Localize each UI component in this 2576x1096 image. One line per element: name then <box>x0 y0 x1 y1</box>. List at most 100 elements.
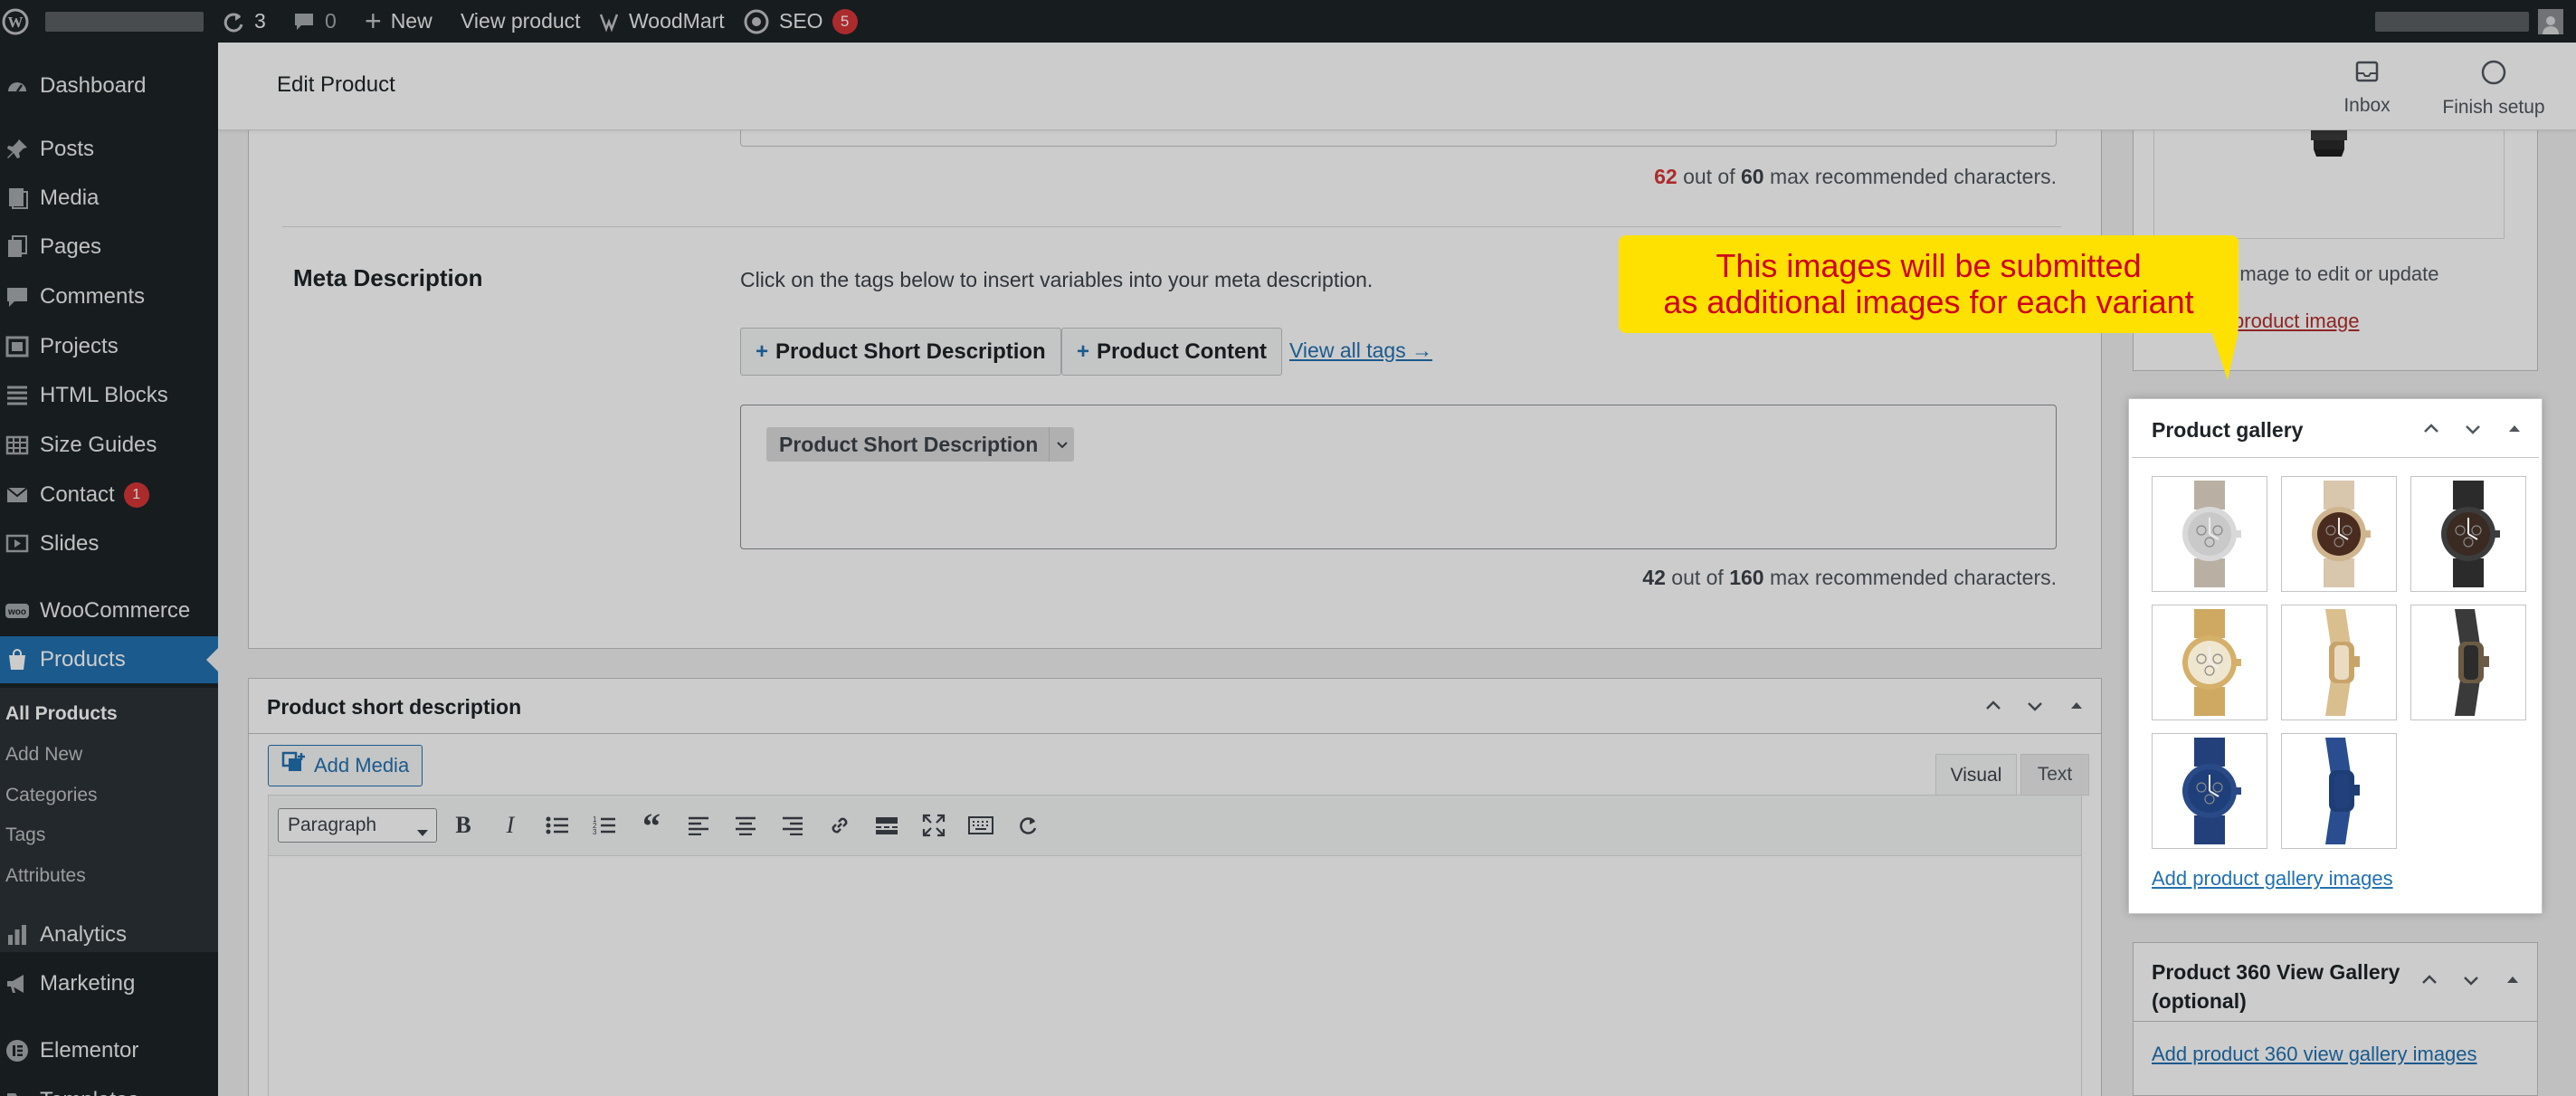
sidebar-item-posts[interactable]: Posts <box>0 126 218 173</box>
meta-variable-tag[interactable]: Product Short Description <box>766 427 1075 462</box>
align-center-icon[interactable] <box>730 810 761 841</box>
bullet-list-icon[interactable] <box>542 810 573 841</box>
plus-icon: + <box>365 5 382 37</box>
finish-setup-button[interactable]: Finish setup <box>2430 59 2557 119</box>
sidebar-item-woocommerce[interactable]: woo WooCommerce <box>0 587 218 634</box>
site-name[interactable] <box>45 0 204 43</box>
collapse-triangle-icon[interactable] <box>2501 968 2524 996</box>
submenu-attributes[interactable]: Attributes <box>5 865 86 887</box>
chevron-down-icon[interactable] <box>2023 694 2047 722</box>
seo-link[interactable]: SEO 5 <box>743 0 858 43</box>
gallery-thumbnail[interactable] <box>2410 605 2526 720</box>
chevron-up-icon[interactable] <box>2419 417 2443 445</box>
chevron-down-icon[interactable] <box>1049 427 1074 462</box>
new-content-link[interactable]: + New <box>365 0 433 43</box>
sidebar-item-contact[interactable]: Contact 1 <box>0 472 218 519</box>
gallery-thumbnail[interactable] <box>2410 476 2526 592</box>
numbered-list-icon[interactable]: 123 <box>589 810 620 841</box>
add-360-gallery-images-link[interactable]: Add product 360 view gallery images <box>2152 1043 2477 1066</box>
sidebar-item-html-blocks[interactable]: HTML Blocks <box>0 372 218 419</box>
chevron-up-icon[interactable] <box>1982 694 2005 722</box>
gallery-thumbnail[interactable] <box>2152 733 2267 849</box>
callout-line-2: as additional images for each variant <box>1663 283 2194 320</box>
sidebar-item-templates[interactable]: Templates <box>0 1077 218 1096</box>
bold-icon[interactable]: B <box>448 810 479 841</box>
comments-count: 0 <box>325 9 337 33</box>
bag-icon <box>2 644 33 675</box>
gallery-thumbnail[interactable] <box>2281 476 2397 592</box>
add-gallery-images-link[interactable]: Add product gallery images <box>2152 867 2393 891</box>
metabox-controls <box>2419 417 2526 445</box>
avatar <box>2538 8 2563 34</box>
watch-image <box>2441 481 2500 587</box>
gallery-thumbnail[interactable] <box>2281 733 2397 849</box>
chevron-down-icon[interactable] <box>2459 968 2483 996</box>
align-right-icon[interactable] <box>777 810 808 841</box>
gallery-thumbnail[interactable] <box>2152 476 2267 592</box>
metabox-header: Product gallery <box>2132 402 2539 458</box>
inbox-icon <box>2354 59 2380 90</box>
updates-count: 3 <box>254 9 266 33</box>
sidebar-item-analytics[interactable]: Analytics <box>0 911 218 958</box>
sidebar-item-products[interactable]: Products <box>0 636 218 683</box>
comments-link[interactable]: 0 <box>292 0 337 43</box>
tag-product-content[interactable]: + Product Content <box>1061 328 1282 376</box>
collapse-triangle-icon[interactable] <box>2065 694 2088 722</box>
watch-image <box>2325 609 2360 716</box>
sidebar-item-projects[interactable]: Projects <box>0 323 218 370</box>
watch-image <box>2312 481 2371 587</box>
sidebar-item-slides[interactable]: Slides <box>0 520 218 567</box>
table-icon <box>2 430 33 461</box>
italic-icon[interactable]: I <box>495 810 526 841</box>
sidebar-item-elementor[interactable]: Elementor <box>0 1027 218 1074</box>
fullscreen-icon[interactable] <box>918 810 949 841</box>
editor-content-area[interactable] <box>268 856 2082 1096</box>
toolbar-buttons: B I 123 “ <box>448 805 1043 846</box>
submenu-add-new[interactable]: Add New <box>5 744 82 766</box>
sidebar-item-comments[interactable]: Comments <box>0 273 218 320</box>
submenu-categories[interactable]: Categories <box>5 785 98 806</box>
metabox-title: Product gallery <box>2152 418 2304 442</box>
wordpress-logo-icon[interactable]: W <box>2 0 29 43</box>
submenu-all-products[interactable]: All Products <box>5 703 118 725</box>
view-all-tags-link[interactable]: View all tags → <box>1289 338 1432 363</box>
tag-product-short-description[interactable]: + Product Short Description <box>740 328 1061 376</box>
gallery-thumbnail[interactable] <box>2152 605 2267 720</box>
gallery-thumbnail[interactable] <box>2281 605 2397 720</box>
my-account[interactable] <box>2375 0 2563 43</box>
align-left-icon[interactable] <box>683 810 714 841</box>
sidebar-item-pages[interactable]: Pages <box>0 224 218 271</box>
view-product-link[interactable]: View product <box>461 0 581 43</box>
link-icon[interactable] <box>824 810 855 841</box>
watch-image <box>2182 738 2241 844</box>
woodmart-link[interactable]: WoodMart <box>598 0 725 43</box>
pin-icon <box>2 134 33 165</box>
contact-count-badge: 1 <box>123 482 149 508</box>
chevron-up-icon[interactable] <box>2418 968 2441 996</box>
dashboard-icon <box>2 71 33 101</box>
submenu-tags[interactable]: Tags <box>5 824 45 846</box>
mail-icon <box>2 480 33 510</box>
keyboard-icon[interactable] <box>965 810 996 841</box>
add-media-icon <box>281 751 307 780</box>
grid-icon <box>2 380 33 411</box>
refresh-icon[interactable] <box>1012 810 1043 841</box>
chevron-down-icon[interactable] <box>2461 417 2485 445</box>
sidebar-item-marketing[interactable]: Marketing <box>0 960 218 1007</box>
format-select[interactable]: Paragraph <box>278 808 437 843</box>
woo-icon: woo <box>2 596 33 626</box>
inbox-button[interactable]: Inbox <box>2308 59 2426 117</box>
sidebar-item-media[interactable]: Media <box>0 175 218 222</box>
divider <box>282 226 2061 227</box>
updates-link[interactable]: 3 <box>222 0 266 43</box>
sidebar-item-size-guides[interactable]: Size Guides <box>0 422 218 469</box>
add-media-button[interactable]: Add Media <box>268 745 423 786</box>
blockquote-icon[interactable]: “ <box>636 805 667 846</box>
woodmart-icon <box>598 11 620 33</box>
tab-text[interactable]: Text <box>2020 754 2089 796</box>
sidebar-item-dashboard[interactable]: Dashboard <box>0 62 218 110</box>
meta-description-field[interactable]: Product Short Description <box>740 405 2057 549</box>
tab-visual[interactable]: Visual <box>1935 754 2017 796</box>
read-more-icon[interactable] <box>871 810 902 841</box>
collapse-triangle-icon[interactable] <box>2503 417 2526 445</box>
